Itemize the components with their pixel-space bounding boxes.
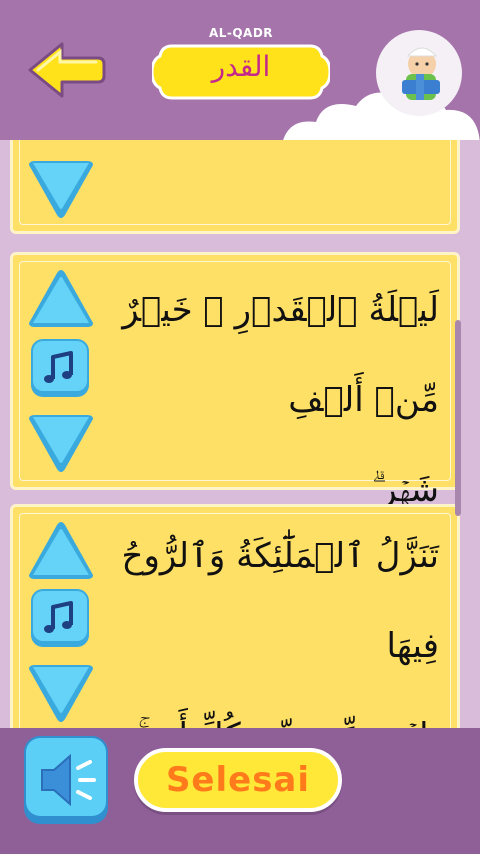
triangle-down-icon[interactable] [25,663,97,725]
back-arrow-icon[interactable] [26,40,106,100]
triangle-up-icon[interactable] [25,267,97,329]
verse-list[interactable]: لَيۡلَةُ ٱلۡقَدۡرِ ۙ خَيۡرٌ مِّنۡ أَلۡفِ… [0,140,480,728]
scrollbar[interactable] [455,320,461,516]
music-note-icon[interactable] [29,337,91,399]
triangle-down-icon[interactable] [25,413,97,475]
music-note-icon[interactable] [29,587,91,649]
verse-text: تَنَزَّلُ ٱلۡمَلَٰٓئِكَةُ وَٱلرُّوحُ فِي… [89,511,440,728]
verse-line: تَنَزَّلُ ٱلۡمَلَٰٓئِكَةُ وَٱلرُّوحُ فِي… [121,536,440,666]
verse-card: تَنَزَّلُ ٱلۡمَلَٰٓئِكَةُ وَٱلرُّوحُ فِي… [10,504,460,728]
header-bar: AL-QADR القدر [0,0,480,144]
finish-button-label: Selesai [165,760,311,800]
verse-card [10,140,460,234]
triangle-up-icon[interactable] [25,140,97,147]
verse-text: لَيۡلَةُ ٱلۡقَدۡرِ ۙ خَيۡرٌ مِّنۡ أَلۡفِ… [89,265,439,535]
verse-line: بِإِذۡنِ رَبِّهِم مِّن كُلِّ أَمۡرٍ ۚ [89,691,439,728]
verse-card: لَيۡلَةُ ٱلۡقَدۡرِ ۙ خَيۡرٌ مِّنۡ أَلۡفِ… [10,252,460,510]
verse-line: لَيۡلَةُ ٱلۡقَدۡرِ ۙ خَيۡرٌ مِّنۡ أَلۡفِ [122,290,439,420]
triangle-down-icon[interactable] [25,159,97,221]
speaker-icon[interactable] [20,730,112,830]
child-reader-icon[interactable] [376,30,462,116]
surah-title-latin: AL-QADR [208,26,274,40]
triangle-up-icon[interactable] [25,519,97,581]
finish-button[interactable]: Selesai [134,748,342,812]
